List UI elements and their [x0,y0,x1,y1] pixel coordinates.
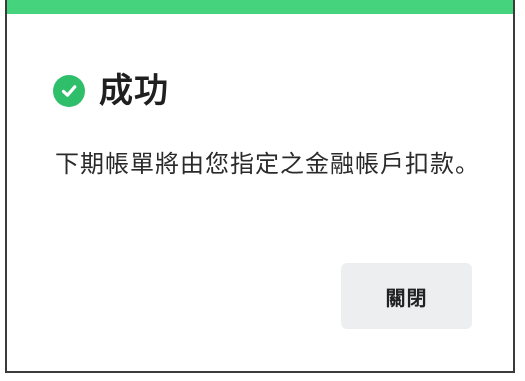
dialog-message: 下期帳單將由您指定之金融帳戶扣款。 [55,150,480,178]
top-accent-bar [7,0,513,14]
success-dialog: 成功 下期帳單將由您指定之金融帳戶扣款。 關閉 [5,0,515,373]
check-circle-icon [53,75,85,107]
dialog-header: 成功 [53,74,169,108]
dialog-title: 成功 [99,71,169,111]
close-button[interactable]: 關閉 [341,263,472,329]
